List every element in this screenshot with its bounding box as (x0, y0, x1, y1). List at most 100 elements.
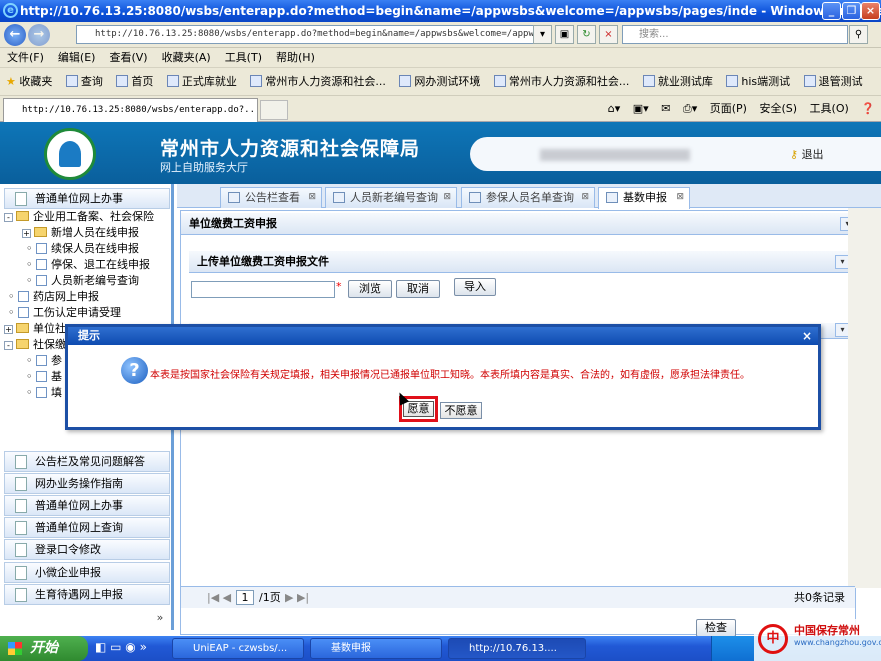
fav-item-query[interactable]: 查询 (65, 68, 103, 95)
fav-item-test-env[interactable]: 网办测试环境 (399, 68, 481, 95)
fav-item-home[interactable]: 首页 (116, 68, 154, 95)
fav-item-hrss-1[interactable]: 常州市人力资源和社会... (250, 68, 386, 95)
print-icon[interactable]: ⎙▾ (683, 102, 697, 115)
address-dropdown-button[interactable]: ▾ (533, 25, 552, 44)
taskbar-item-unieap[interactable]: UniEAP - czwsbs/... (172, 638, 304, 659)
taskbar-item-ie[interactable]: http://10.76.13.... (448, 638, 586, 659)
stop-button[interactable]: × (599, 25, 618, 44)
start-button[interactable]: 开始 (0, 636, 88, 661)
help-icon[interactable]: ❓ (861, 102, 875, 115)
address-input[interactable]: http://10.76.13.25:8080/wsbs/enterapp.do… (76, 25, 546, 44)
back-button[interactable]: ← (4, 24, 26, 46)
menu-tools[interactable]: 工具(T) (218, 48, 269, 68)
menu-help[interactable]: 帮助(H) (269, 48, 322, 68)
safety-menu[interactable]: 安全(S) (759, 102, 797, 115)
menu-file[interactable]: 文件(F) (0, 48, 51, 68)
tree-item-pharmacy[interactable]: ◦ 药店网上申报 (8, 289, 99, 305)
taskbar-item-base-declaration[interactable]: 基数申报 (310, 638, 442, 659)
sidebar-header-query[interactable]: 普通单位网上查询 (4, 517, 170, 538)
browse-button[interactable]: 浏览 (348, 280, 392, 298)
sidebar-header-password[interactable]: 登录口令修改 (4, 539, 170, 560)
sidebar-header-general-affairs[interactable]: 普通单位网上办事 (4, 188, 170, 209)
pager-prev-icons[interactable]: |◀ ◀ (207, 587, 231, 609)
sidebar-header-maternity[interactable]: 生育待遇网上申报 (4, 584, 170, 605)
cancel-upload-button[interactable]: 取消 (396, 280, 440, 298)
tree-item-sub-1[interactable]: ◦ 参 (26, 353, 62, 369)
favorites-button[interactable]: ★ 收藏夹 (6, 68, 53, 95)
menu-edit[interactable]: 编辑(E) (51, 48, 103, 68)
fav-item-employment-test[interactable]: 就业测试库 (642, 68, 713, 95)
tree-item-unit-social[interactable]: + 单位社 (4, 321, 66, 337)
home-icon[interactable]: ⌂▾ (608, 102, 621, 115)
sidebar-header-affairs[interactable]: 普通单位网上办事 (4, 495, 170, 516)
tab-close-icon[interactable]: ⊠ (581, 188, 589, 207)
tab-notice-view[interactable]: 公告栏查看 ⊠ (220, 187, 322, 208)
tools-menu[interactable]: 工具(O) (810, 102, 849, 115)
favorites-bar: ★ 收藏夹 查询 首页 正式库就业 常州市人力资源和社会... 网办测试环境 常… (0, 68, 881, 96)
sidebar-header-guide[interactable]: 网办业务操作指南 (4, 473, 170, 494)
tab-id-lookup[interactable]: 人员新老编号查询 ⊠ (325, 187, 457, 208)
tree-item-employment-filing[interactable]: - 企业用工备案、社会保险 (4, 209, 154, 225)
tab-base-declaration[interactable]: 基数申报 ⊠ (598, 187, 690, 209)
tab-close-icon[interactable]: ⊠ (443, 188, 451, 207)
tree-toggle[interactable]: + (22, 229, 31, 238)
sidebar-collapse-button[interactable]: » (150, 610, 170, 626)
disagree-button[interactable]: 不愿意 (440, 402, 482, 419)
tree-toggle[interactable]: - (4, 213, 13, 222)
fav-item-his-test[interactable]: his端测试 (726, 68, 790, 95)
sidebar-header-notices[interactable]: 公告栏及常见问题解答 (4, 451, 170, 472)
favorites-label: 收藏夹 (19, 75, 53, 88)
agree-button[interactable]: 愿意 (403, 401, 434, 417)
tree-item-sub-2[interactable]: ◦ 基 (26, 369, 62, 385)
tree-item-injury[interactable]: ◦ 工伤认定申请受理 (8, 305, 121, 321)
logout-link[interactable]: ⚷ 退出 (790, 146, 824, 162)
upload-title: 上传单位缴费工资申报文件 (197, 255, 329, 268)
page-number-input[interactable]: 1 (236, 590, 254, 605)
page-menu[interactable]: 页面(P) (710, 102, 747, 115)
new-tab-button[interactable] (260, 100, 288, 120)
tree-item-continue-insure[interactable]: ◦ 续保人员在线申报 (26, 241, 139, 257)
tree-label: 续保人员在线申报 (51, 242, 139, 255)
browser-tab[interactable]: http://10.76.13.25:8080/wsbs/enterapp.do… (3, 98, 258, 122)
tree-toggle[interactable]: - (4, 341, 13, 350)
fav-item-retire-test[interactable]: 退管测试 (803, 68, 863, 95)
minimize-button[interactable]: _ (822, 2, 841, 20)
tab-close-icon[interactable]: ⊠ (308, 188, 316, 207)
import-button[interactable]: 导入 (454, 278, 496, 296)
pager-next-icons[interactable]: ▶ ▶| (285, 587, 309, 609)
search-input[interactable]: 搜索... (622, 25, 848, 44)
file-path-input[interactable] (191, 281, 335, 298)
fav-label: 首页 (131, 75, 154, 88)
fav-label: 网办测试环境 (414, 75, 481, 88)
tree-item-id-lookup[interactable]: ◦ 人员新老编号查询 (26, 273, 139, 289)
refresh-button[interactable]: ↻ (577, 25, 596, 44)
check-button[interactable]: 检查 (696, 619, 736, 637)
tab-insured-list[interactable]: 参保人员名单查询 ⊠ (461, 187, 595, 208)
tree-item-stop-insure[interactable]: ◦ 停保、退工在线申报 (26, 257, 150, 273)
site-subtitle: 网上自助服务大厅 (160, 161, 248, 174)
tree-label: 单位社 (33, 322, 66, 335)
tab-label: 基数申报 (623, 191, 667, 204)
compat-view-button[interactable]: ▣ (555, 25, 574, 44)
dialog-close-button[interactable]: × (802, 327, 812, 345)
tree-item-new-staff[interactable]: + 新增人员在线申报 (22, 225, 139, 241)
maximize-button[interactable]: ❐ (842, 2, 861, 20)
mail-icon[interactable]: ✉ (661, 102, 670, 115)
menu-view[interactable]: 查看(V) (102, 48, 154, 68)
fav-item-employment-prod[interactable]: 正式库就业 (166, 68, 237, 95)
vertical-scrollbar[interactable] (848, 208, 881, 588)
feeds-icon[interactable]: ▣▾ (633, 102, 649, 115)
menu-favorites[interactable]: 收藏夹(A) (155, 48, 218, 68)
fav-item-hrss-2[interactable]: 常州市人力资源和社会... (493, 68, 629, 95)
sidebar-header-small-business[interactable]: 小微企业申报 (4, 562, 170, 583)
quick-launch-icons[interactable]: ◧ ▭ ◉ » (95, 640, 147, 654)
tree-item-sub-3[interactable]: ◦ 填 (26, 385, 62, 401)
forward-button[interactable]: → (28, 24, 50, 46)
close-window-button[interactable]: × (861, 2, 880, 20)
star-icon: ★ (6, 75, 16, 88)
tree-item-social-payment[interactable]: - 社保缴 (4, 337, 66, 353)
search-icon[interactable]: ⚲ (849, 25, 868, 44)
tree-toggle[interactable]: + (4, 325, 13, 334)
page-icon (36, 259, 47, 270)
tab-close-icon[interactable]: ⊠ (676, 188, 684, 207)
